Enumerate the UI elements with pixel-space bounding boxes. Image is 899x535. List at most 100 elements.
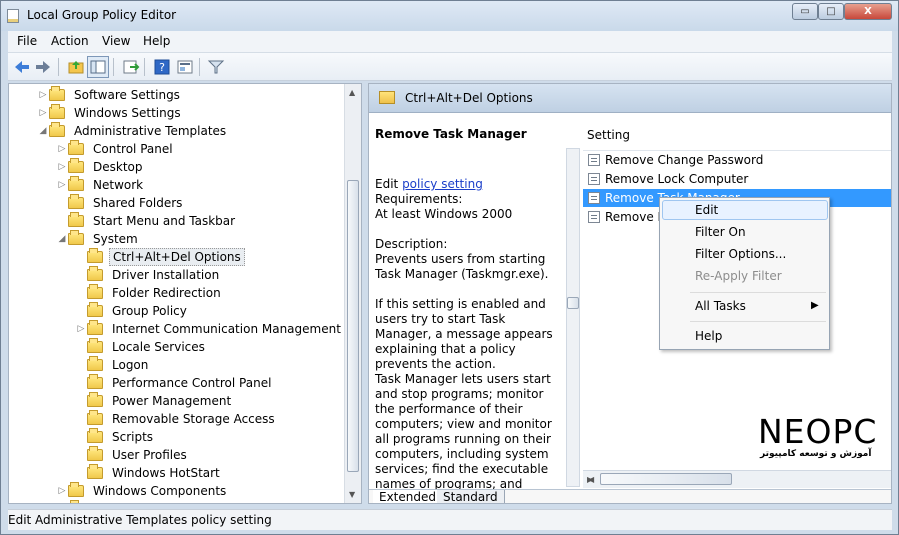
tree-item[interactable]: User Profiles — [75, 446, 190, 464]
collapse-arrow-icon[interactable]: ◢ — [37, 126, 49, 136]
tree-item-label: Scripts — [112, 430, 154, 444]
scroll-up-icon[interactable]: ▲ — [349, 88, 355, 97]
details-header: Ctrl+Alt+Del Options — [369, 84, 891, 113]
show-hide-console-tree-icon[interactable] — [87, 56, 109, 78]
tree-item-label: Administrative Templates — [74, 124, 227, 138]
tree-item[interactable]: ▷ Network — [56, 176, 146, 194]
folder-icon — [87, 410, 103, 425]
context-all-tasks[interactable]: All Tasks — [695, 299, 746, 313]
expand-arrow-icon[interactable]: ▷ — [37, 90, 49, 100]
tree-item[interactable]: Start Menu and Taskbar — [56, 212, 238, 230]
expand-arrow-icon[interactable]: ▷ — [56, 144, 68, 154]
tree-item-label: Internet Communication Management — [112, 322, 341, 336]
policy-setting-link[interactable]: policy setting — [402, 177, 483, 191]
status-text: Edit Administrative Templates policy set… — [8, 513, 272, 527]
tree-item-label: Windows HotStart — [112, 466, 220, 480]
tree-vertical-scrollbar[interactable]: ▲ ▼ — [344, 84, 361, 503]
description-scroll-grip[interactable] — [567, 297, 579, 309]
forward-icon[interactable] — [32, 56, 54, 78]
expand-arrow-icon[interactable]: ▷ — [56, 180, 68, 190]
close-button[interactable]: X — [844, 3, 892, 20]
tree-item-label: Locale Services — [112, 340, 205, 354]
tree-scroll-thumb[interactable] — [347, 180, 359, 472]
setting-label: Remove Change Password — [605, 153, 764, 167]
tree-item-label: Windows Settings — [74, 106, 181, 120]
tree-item[interactable]: Driver Installation — [75, 266, 222, 284]
setting-row-remove-lock-computer[interactable]: Remove Lock Computer — [583, 170, 891, 188]
app-icon — [7, 9, 19, 23]
expand-arrow-icon[interactable]: ▷ — [75, 324, 87, 334]
tree-item[interactable]: Power Management — [75, 392, 234, 410]
description-scrollbar[interactable] — [566, 148, 580, 487]
tree-item[interactable]: Windows HotStart — [75, 464, 223, 482]
tree-item-label: Performance Control Panel — [112, 376, 272, 390]
expand-arrow-icon[interactable]: ▷ — [37, 108, 49, 118]
setting-icon — [588, 154, 600, 166]
setting-icon — [588, 192, 600, 204]
context-filter-on[interactable]: Filter On — [695, 225, 746, 239]
console-tree[interactable]: ▷ Software Settings ▷ Windows Settings ◢ Admi… — [8, 83, 362, 504]
folder-icon — [87, 284, 103, 299]
back-icon[interactable] — [11, 56, 33, 78]
context-help[interactable]: Help — [695, 329, 722, 343]
export-list-icon[interactable] — [120, 56, 142, 78]
maximize-button[interactable]: □ — [818, 3, 844, 20]
context-filter-options[interactable]: Filter Options... — [695, 247, 786, 261]
minimize-button[interactable]: ▭ — [792, 3, 818, 20]
tree-item[interactable]: Group Policy — [75, 302, 190, 320]
policy-title: Remove Task Manager — [375, 127, 527, 141]
tree-item[interactable]: ▷ Windows Settings — [37, 104, 184, 122]
tree-item[interactable]: Locale Services — [75, 338, 208, 356]
tree-item[interactable]: ▷ Software Settings — [37, 86, 183, 104]
settings-horizontal-scrollbar[interactable]: ◀ ▶ — [583, 470, 891, 488]
tree-item-label: Shared Folders — [93, 196, 183, 210]
context-menu: Edit Filter On Filter Options... Re-Appl… — [659, 197, 830, 350]
expand-arrow-icon[interactable]: ▷ — [56, 162, 68, 172]
menu-help[interactable]: Help — [143, 34, 170, 48]
tree-item[interactable]: Removable Storage Access — [75, 410, 278, 428]
context-edit[interactable]: Edit — [695, 203, 718, 217]
collapse-arrow-icon[interactable]: ◢ — [56, 234, 68, 244]
tree-item[interactable]: ▷ Windows Components — [56, 482, 229, 500]
tree-item-label: Driver Installation — [112, 268, 220, 282]
tab-standard[interactable]: Standard — [437, 490, 505, 503]
folder-icon — [87, 266, 103, 281]
view-tabs: Extended Standard — [369, 489, 891, 503]
tree-item[interactable]: All Settings — [56, 500, 164, 503]
scroll-down-icon[interactable]: ▼ — [349, 490, 355, 499]
tree-item[interactable]: Shared Folders — [56, 194, 185, 212]
submenu-arrow-icon: ▶ — [811, 300, 819, 311]
tree-item[interactable]: Performance Control Panel — [75, 374, 274, 392]
tree-item[interactable]: Logon — [75, 356, 151, 374]
tree-item-label: User Profiles — [112, 448, 187, 462]
current-node-title: Ctrl+Alt+Del Options — [405, 91, 533, 105]
tree-item[interactable]: ▷ Desktop — [56, 158, 146, 176]
help-icon[interactable]: ? — [151, 56, 173, 78]
folder-icon — [87, 374, 103, 389]
tab-extended[interactable]: Extended — [373, 490, 443, 503]
expand-arrow-icon[interactable]: ▷ — [56, 486, 68, 496]
tree-item-label: Control Panel — [93, 142, 173, 156]
folder-icon — [87, 302, 103, 317]
menu-view[interactable]: View — [102, 34, 130, 48]
tree-item[interactable]: ◢ System — [56, 230, 141, 248]
tree-item-label: Desktop — [93, 160, 143, 174]
tree-item-label: Network — [93, 178, 144, 192]
tree-item[interactable]: ▷ Internet Communication Management — [75, 320, 344, 338]
settings-column-header[interactable]: Setting — [583, 114, 891, 150]
tree-item[interactable]: ▷ Control Panel — [56, 140, 176, 158]
scroll-right-icon[interactable]: ▶ — [587, 475, 888, 484]
tree-item[interactable]: Scripts — [75, 428, 156, 446]
filter-icon[interactable] — [205, 56, 227, 78]
properties-icon[interactable] — [174, 56, 196, 78]
menu-file[interactable]: File — [17, 34, 37, 48]
extended-description: Remove Task Manager Edit policy setting … — [369, 114, 583, 503]
menu-action[interactable]: Action — [51, 34, 89, 48]
tree-item[interactable]: ◢ Administrative Templates — [37, 122, 229, 140]
folder-icon — [68, 158, 84, 173]
tree-item[interactable]: Ctrl+Alt+Del Options — [75, 248, 245, 266]
tree-item[interactable]: Folder Redirection — [75, 284, 224, 302]
setting-row-remove-change-password[interactable]: Remove Change Password — [583, 151, 891, 169]
folder-icon — [87, 338, 103, 353]
up-folder-icon[interactable] — [65, 56, 87, 78]
